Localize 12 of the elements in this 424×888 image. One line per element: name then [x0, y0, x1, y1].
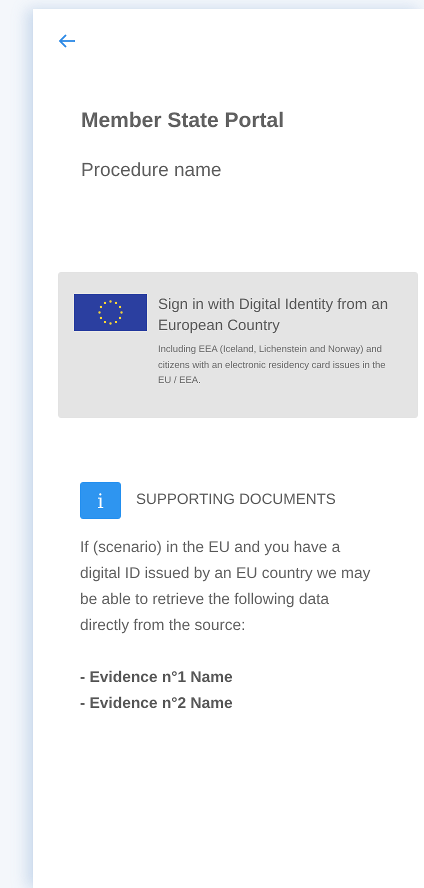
- sign-in-panel[interactable]: Sign in with Digital Identity from an European Country Including EEA (Iceland, Lichenstein and Norway) and citizens with an electronic residency card issues in the EU / EEA.: [58, 272, 418, 418]
- evidence-item: - Evidence n°2 Name: [80, 694, 234, 714]
- back-arrow-icon: [58, 34, 76, 48]
- eu-flag-icon: [74, 294, 147, 331]
- sign-in-description: Including EEA (Iceland, Lichenstein and Norway) and citizens with an electronic residency card issues in the EU / EEA.: [158, 343, 387, 388]
- sign-in-title: Sign in with Digital Identity from an European Country: [158, 295, 390, 336]
- section-heading: SUPPORTING DOCUMENTS: [136, 490, 336, 510]
- evidence-item: - Evidence n°1 Name: [80, 668, 234, 688]
- page-title: Member State Portal: [81, 108, 286, 134]
- procedure-name: Procedure name: [81, 158, 222, 182]
- supporting-documents-text: If (scenario) in the EU and you have a digital ID issued by an EU country we may be able to retrieve the following data directly from the source:: [80, 538, 372, 636]
- info-icon: i: [80, 482, 121, 519]
